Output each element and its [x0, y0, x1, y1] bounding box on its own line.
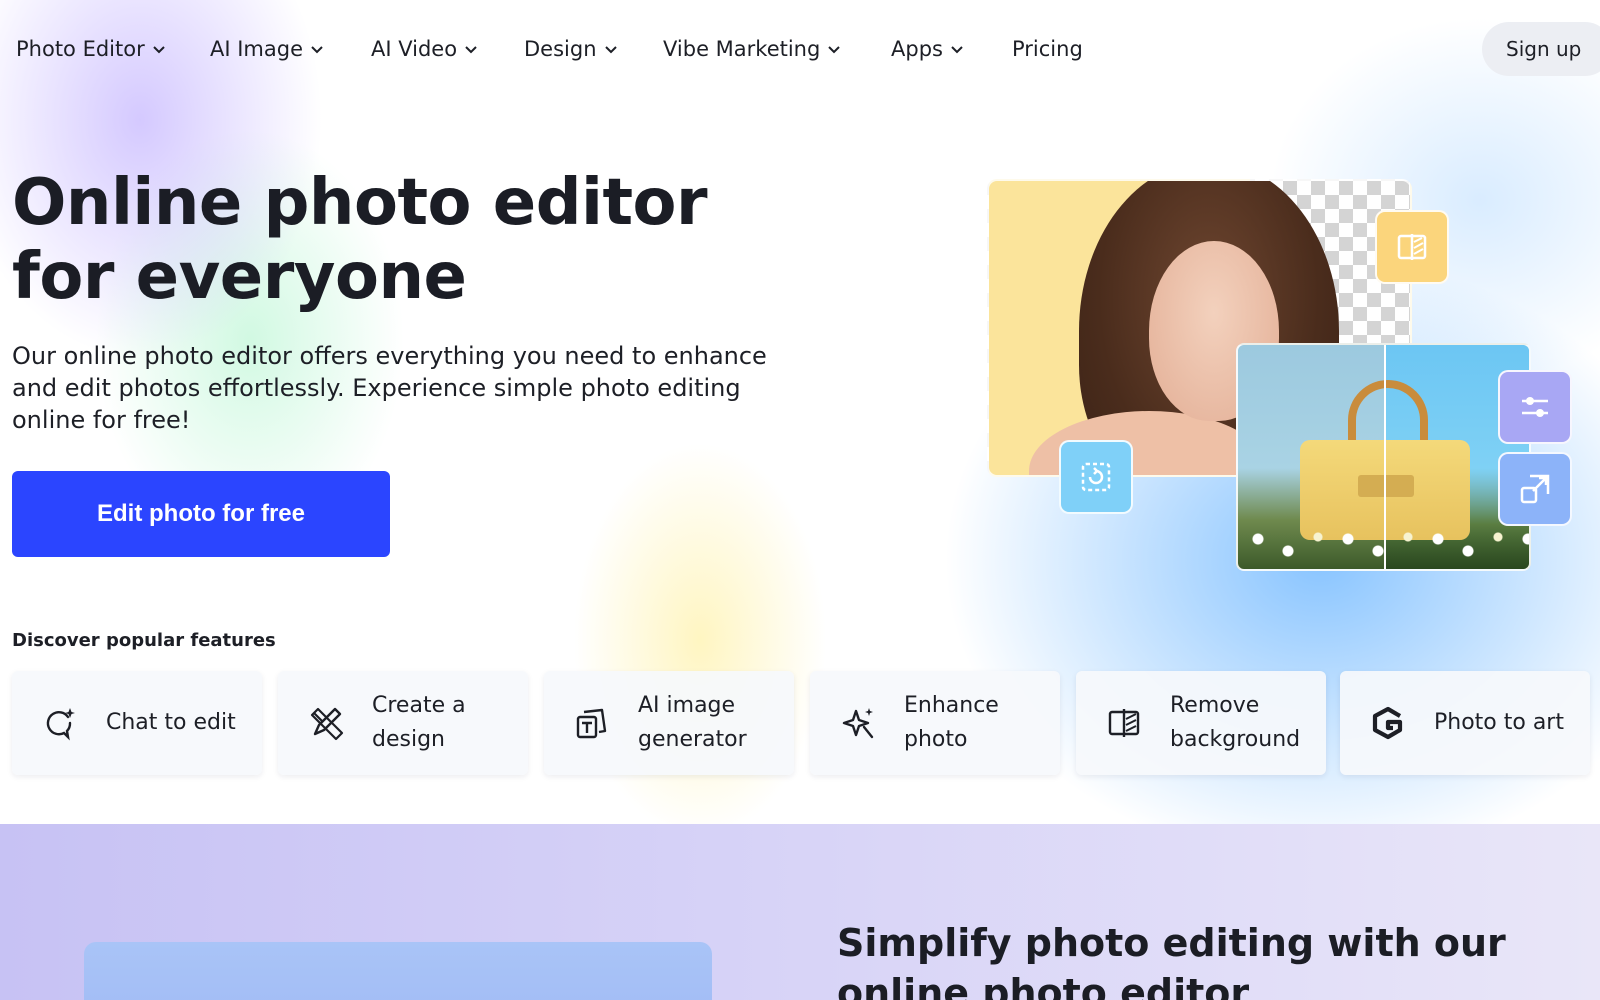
resize-icon: [1520, 474, 1550, 504]
hero-subtitle: Our online photo editor offers everythin…: [12, 342, 767, 434]
nav-item-pricing[interactable]: Pricing: [1012, 34, 1083, 64]
feature-photo-to-art[interactable]: Photo to art: [1340, 671, 1590, 775]
nav-item-photo-editor[interactable]: Photo Editor: [16, 34, 167, 64]
feature-label: Remove background: [1170, 693, 1301, 752]
chevron-down-icon: [153, 46, 165, 54]
nav-item-label: AI Image: [210, 37, 304, 61]
hero-collage: [980, 155, 1580, 585]
adjust-icon: [1081, 462, 1111, 492]
nav-item-apps[interactable]: Apps: [891, 34, 965, 64]
feature-chat-to-edit[interactable]: Chat to edit: [12, 671, 262, 775]
sliders-icon: [1522, 397, 1548, 417]
chevron-down-icon: [311, 46, 323, 54]
edit-photo-button[interactable]: Edit photo for free: [12, 471, 390, 557]
chevron-down-icon: [604, 46, 617, 54]
chevron-down-icon: [951, 46, 963, 54]
remove-background-icon: [1108, 709, 1140, 737]
features-heading: Discover popular features: [12, 630, 276, 651]
feature-label: Photo to art: [1434, 710, 1564, 735]
before-after-divider: [1384, 345, 1386, 569]
nav-item-ai-video[interactable]: AI Video: [371, 34, 479, 64]
chevron-down-icon: [828, 46, 841, 54]
feature-remove-background[interactable]: Remove background: [1076, 671, 1326, 775]
nav-item-design[interactable]: Design: [524, 34, 619, 64]
design-tools-icon: [310, 707, 344, 741]
brand-logo-icon: [1372, 706, 1403, 740]
hero-title: Online photo editor for everyone: [12, 166, 708, 314]
resize-tile: [1498, 452, 1572, 526]
nav-item-label: AI Video: [371, 37, 458, 61]
remove-background-icon: [1397, 234, 1427, 260]
nav-item-vibe-marketing[interactable]: Vibe Marketing: [663, 34, 842, 64]
adjust-tile: [1059, 440, 1133, 514]
top-nav: Photo Editor AI Image AI Video Design Vi…: [0, 0, 1600, 100]
sliders-tile: [1498, 370, 1572, 444]
nav-item-label: Pricing: [1012, 37, 1083, 61]
feature-label: Enhance photo: [904, 693, 999, 752]
feature-ai-image-generator[interactable]: AI image generator: [544, 671, 794, 775]
sign-up-button[interactable]: Sign up: [1482, 22, 1600, 76]
feature-label: Create a design: [372, 693, 466, 752]
feature-label: Chat to edit: [106, 710, 236, 735]
feature-create-design[interactable]: Create a design: [278, 671, 528, 775]
lower-preview-card: [84, 942, 712, 1000]
nav-item-ai-image[interactable]: AI Image: [210, 34, 325, 64]
nav-item-label: Vibe Marketing: [663, 37, 821, 61]
text-image-icon: [576, 708, 607, 739]
chat-sparkle-icon: [46, 708, 75, 741]
features-row: Chat to edit Create a design AI image ge…: [12, 671, 1592, 775]
section-title: Simplify photo editing with our online p…: [837, 921, 1506, 1000]
handbag-clasp: [1358, 475, 1414, 497]
nav-item-label: Design: [524, 37, 597, 61]
nav-item-label: Photo Editor: [16, 37, 145, 61]
chevron-down-icon: [465, 46, 477, 54]
remove-background-tile: [1375, 210, 1449, 284]
handbag-image: [1236, 343, 1531, 571]
magic-sparkle-icon: [842, 708, 874, 739]
feature-label: AI image generator: [638, 693, 747, 752]
feature-enhance-photo[interactable]: Enhance photo: [810, 671, 1060, 775]
nav-item-label: Apps: [891, 37, 943, 61]
